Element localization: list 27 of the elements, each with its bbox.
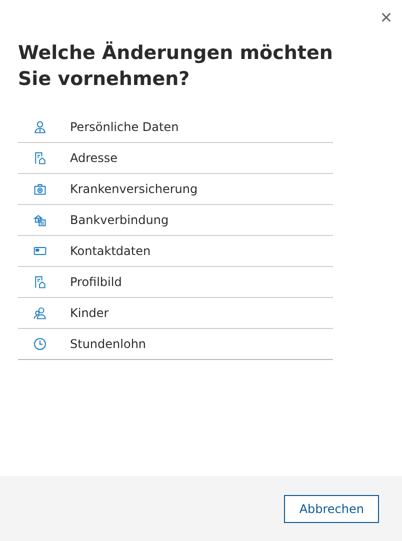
option-item[interactable]: Bankverbindung xyxy=(18,205,333,236)
option-item[interactable]: Kontaktdaten xyxy=(18,236,333,267)
option-label: Profilbild xyxy=(70,275,122,289)
people-icon xyxy=(33,306,47,320)
medical-case-icon xyxy=(33,182,47,196)
option-item[interactable]: Kinder xyxy=(18,298,333,329)
option-label: Bankverbindung xyxy=(70,213,169,227)
option-item[interactable]: Krankenversicherung xyxy=(18,174,333,205)
close-button[interactable]: × xyxy=(376,8,396,28)
bank-document-icon xyxy=(33,213,47,227)
option-label: Kinder xyxy=(70,306,109,320)
option-label: Persönliche Daten xyxy=(70,120,179,134)
clock-icon xyxy=(33,337,47,351)
document-house-icon xyxy=(33,151,47,165)
option-label: Krankenversicherung xyxy=(70,182,198,196)
id-card-icon xyxy=(33,244,47,258)
option-item[interactable]: Adresse xyxy=(18,143,333,174)
option-label: Adresse xyxy=(70,151,118,165)
option-label: Kontaktdaten xyxy=(70,244,151,258)
option-item[interactable]: Stundenlohn xyxy=(18,329,333,360)
option-item[interactable]: Persönliche Daten xyxy=(18,112,333,143)
option-item[interactable]: Profilbild xyxy=(18,267,333,298)
option-label: Stundenlohn xyxy=(70,337,146,351)
person-icon xyxy=(33,120,47,134)
dialog-title: Welche Änderungen möchten Sie vornehmen? xyxy=(18,40,334,92)
cancel-button[interactable]: Abbrechen xyxy=(284,494,379,522)
document-house-icon xyxy=(33,275,47,289)
